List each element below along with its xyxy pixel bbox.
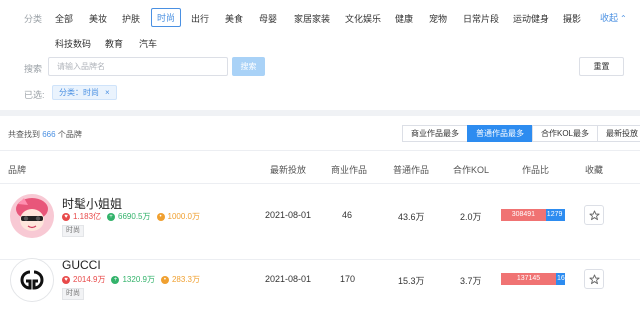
heart-icon: ♥ [62, 212, 70, 221]
stat-orange: • 1000.0万 [156, 211, 200, 222]
result-count-suffix: 个品牌 [57, 130, 82, 139]
brand-name[interactable]: GUCCI [62, 258, 101, 272]
category-tag: 时尚 [62, 225, 84, 237]
stat-orange-value: 283.3万 [171, 275, 200, 284]
heart-icon: ♥ [62, 275, 70, 284]
header-commercial: 商业作品 [331, 165, 368, 175]
sort-tab-latest[interactable]: 最新投放 [597, 125, 640, 142]
header-favorite: 收藏 [585, 165, 604, 175]
commercial-count: 46 [342, 210, 353, 220]
result-count-prefix: 共查找到 [8, 130, 40, 139]
normal-count: 15.3万 [398, 276, 425, 286]
category-culture[interactable]: 文化娱乐 [345, 12, 381, 25]
gucci-logo-avatar [10, 258, 54, 302]
comment-icon: • [160, 275, 169, 284]
table-row[interactable]: GUCCI ♥ 2014.9万 +1320.9万 • 283.3万 时尚 2021-… [0, 253, 640, 319]
cartoon-girl-avatar [10, 194, 54, 238]
category-home[interactable]: 家居家装 [294, 12, 330, 25]
category-travel[interactable]: 出行 [191, 12, 209, 25]
table-header: 品牌 最新投放 商业作品 普通作品 合作KOL 作品比 收藏 [0, 150, 640, 184]
star-icon [588, 273, 600, 284]
stat-green: +6690.5万 [107, 211, 151, 222]
filter-panel: 分类 全部 美妆 护肤 时尚 出行 美食 母婴 家居家装 文化娱乐 健康 宠物 … [0, 0, 640, 110]
category-makeup[interactable]: 美妆 [89, 12, 107, 25]
collapse-link[interactable]: 收起 ⌃ [600, 11, 627, 24]
result-count-number: 666 [42, 130, 56, 139]
favorite-button[interactable] [584, 269, 604, 289]
sort-tab-commercial[interactable]: 商业作品最多 [402, 125, 468, 142]
stat-orange-value: 1000.0万 [167, 212, 200, 221]
selected-row-label: 已选: [24, 90, 45, 100]
header-normal: 普通作品 [393, 165, 430, 175]
sort-tabs: 商业作品最多 普通作品最多 合作KOL最多 最新投放 [402, 125, 640, 142]
section-divider [0, 110, 640, 116]
star-icon [588, 209, 600, 220]
category-photography[interactable]: 摄影 [563, 12, 581, 25]
category-tag: 时尚 [62, 288, 84, 300]
stat-green-value: 1320.9万 [122, 275, 155, 284]
latest-date: 2021-08-01 [265, 274, 312, 284]
category-health[interactable]: 健康 [395, 12, 413, 25]
header-latest: 最新投放 [270, 165, 307, 175]
favorite-button[interactable] [584, 205, 604, 225]
brand-name[interactable]: 时髦小姐姐 [62, 195, 122, 212]
latest-date: 2021-08-01 [265, 210, 312, 220]
reset-button[interactable]: 重置 [579, 57, 624, 76]
sort-tab-kol[interactable]: 合作KOL最多 [532, 125, 599, 142]
stat-green: +1320.9万 [111, 274, 155, 285]
search-button[interactable]: 搜索 [232, 57, 265, 76]
commercial-count: 170 [340, 274, 356, 284]
ratio-bar: 308491 1279 [501, 209, 565, 221]
category-fashion[interactable]: 时尚 [151, 8, 182, 27]
collapse-label: 收起 [600, 13, 619, 23]
category-tech[interactable]: 科技数码 [55, 37, 91, 50]
brand-stats: ♥ 1.183亿 +6690.5万 • 1000.0万 [62, 211, 200, 222]
header-ratio: 作品比 [522, 165, 550, 175]
category-daily[interactable]: 日常片段 [463, 12, 499, 25]
normal-count: 43.6万 [398, 212, 425, 222]
stat-red-value: 1.183亿 [73, 212, 102, 221]
ratio-blue-segment: 1279 [545, 209, 565, 221]
category-all[interactable]: 全部 [55, 12, 73, 25]
chevron-up-icon: ⌃ [620, 14, 627, 23]
brand-search-input[interactable] [48, 57, 228, 76]
sort-tab-normal[interactable]: 普通作品最多 [467, 125, 533, 142]
category-education[interactable]: 教育 [105, 37, 123, 50]
ratio-red-segment: 308491 [501, 209, 546, 221]
comment-icon: • [156, 212, 165, 221]
selected-filter-tag[interactable]: 分类：时尚 × [52, 85, 117, 100]
stat-green-value: 6690.5万 [118, 212, 151, 221]
kol-count: 2.0万 [460, 212, 482, 222]
kol-count: 3.7万 [460, 276, 482, 286]
ratio-red-segment: 137145 [501, 273, 557, 285]
plus-icon: + [111, 275, 120, 284]
category-sports[interactable]: 运动健身 [513, 12, 549, 25]
result-count: 共查找到 666 个品牌 [8, 129, 82, 140]
stat-red: ♥ 2014.9万 [62, 274, 105, 285]
category-food[interactable]: 美食 [225, 12, 243, 25]
category-auto[interactable]: 汽车 [139, 37, 157, 50]
header-brand: 品牌 [8, 165, 27, 175]
category-pets[interactable]: 宠物 [429, 12, 447, 25]
stat-orange: • 283.3万 [160, 274, 200, 285]
category-row-label: 分类 [24, 14, 43, 24]
search-row-label: 搜索 [24, 64, 43, 74]
ratio-blue-segment: 16 [556, 273, 565, 285]
table-row[interactable]: 时髦小姐姐 ♥ 1.183亿 +6690.5万 • 1000.0万 时尚 2021-… [0, 184, 640, 260]
brand-stats: ♥ 2014.9万 +1320.9万 • 283.3万 [62, 274, 200, 285]
stat-red: ♥ 1.183亿 [62, 211, 101, 222]
stat-red-value: 2014.9万 [73, 275, 106, 284]
category-mother-baby[interactable]: 母婴 [259, 12, 277, 25]
close-icon[interactable]: × [105, 88, 110, 97]
header-kol: 合作KOL [453, 165, 490, 175]
ratio-bar: 137145 16 [501, 273, 565, 285]
category-skincare[interactable]: 护肤 [122, 12, 140, 25]
selected-filter-label: 分类：时尚 [59, 88, 99, 97]
plus-icon: + [107, 212, 116, 221]
